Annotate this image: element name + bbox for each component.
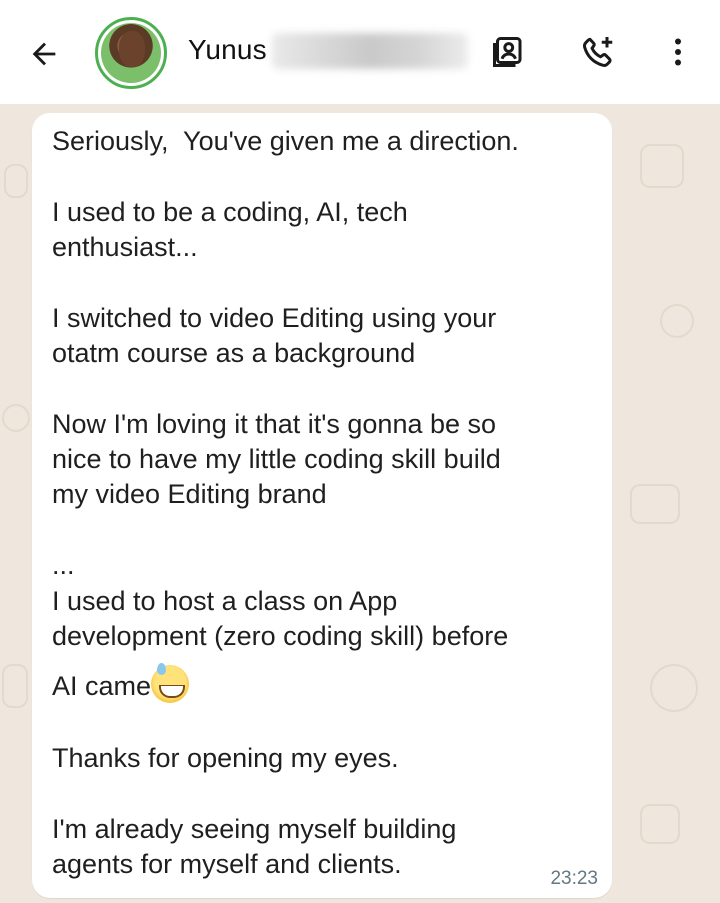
add-call-button[interactable] [578, 32, 618, 72]
wallpaper-doodle [4, 164, 28, 198]
contact-card-icon [493, 37, 522, 67]
back-button[interactable] [24, 34, 64, 74]
wallpaper-doodle [2, 404, 30, 432]
message-line: Seriously, You've given me a direction. [52, 126, 519, 156]
more-options-button[interactable] [658, 32, 698, 72]
message-line: I used to be a coding, AI, tech [52, 197, 408, 227]
chat-header: Yunus [0, 0, 720, 104]
avatar-photo [101, 23, 161, 83]
more-vert-icon [675, 38, 681, 66]
avatar[interactable] [95, 17, 167, 89]
message-line: enthusiast... [52, 232, 198, 262]
back-arrow-icon [32, 42, 56, 66]
contact-card-button[interactable] [488, 32, 528, 72]
message-timestamp: 23:23 [550, 868, 598, 889]
message-line: ... [52, 550, 75, 580]
wallpaper-doodle [650, 664, 698, 712]
message-text: AI came [52, 671, 152, 701]
wallpaper-doodle [630, 484, 680, 524]
message-line: my video Editing brand [52, 479, 327, 509]
message-line: nice to have my little coding skill buil… [52, 444, 501, 474]
wallpaper-doodle [640, 144, 684, 188]
add-call-icon [583, 37, 613, 67]
message-line: Now I'm loving it that it's gonna be so [52, 409, 497, 439]
message-line: agents for myself and clients. [52, 849, 402, 879]
message-line: Thanks for opening my eyes. [52, 743, 399, 773]
message-line: I switched to video Editing using your [52, 303, 497, 333]
redacted-name-blur [272, 33, 468, 69]
wallpaper-doodle [2, 664, 28, 708]
message-line: otatm course as a background [52, 338, 416, 368]
grinning-sweat-emoji-icon [151, 663, 190, 703]
message-line: development (zero coding skill) before [52, 621, 509, 651]
message-line: I used to host a class on App [52, 586, 398, 616]
wallpaper-doodle [640, 804, 680, 844]
message-bubble[interactable]: Seriously, You've given me a direction. … [32, 113, 612, 898]
message-line: I'm already seeing myself building [52, 814, 457, 844]
message-line: AI came [52, 663, 190, 703]
wallpaper-doodle [660, 304, 694, 338]
contact-name[interactable]: Yunus [188, 34, 267, 66]
